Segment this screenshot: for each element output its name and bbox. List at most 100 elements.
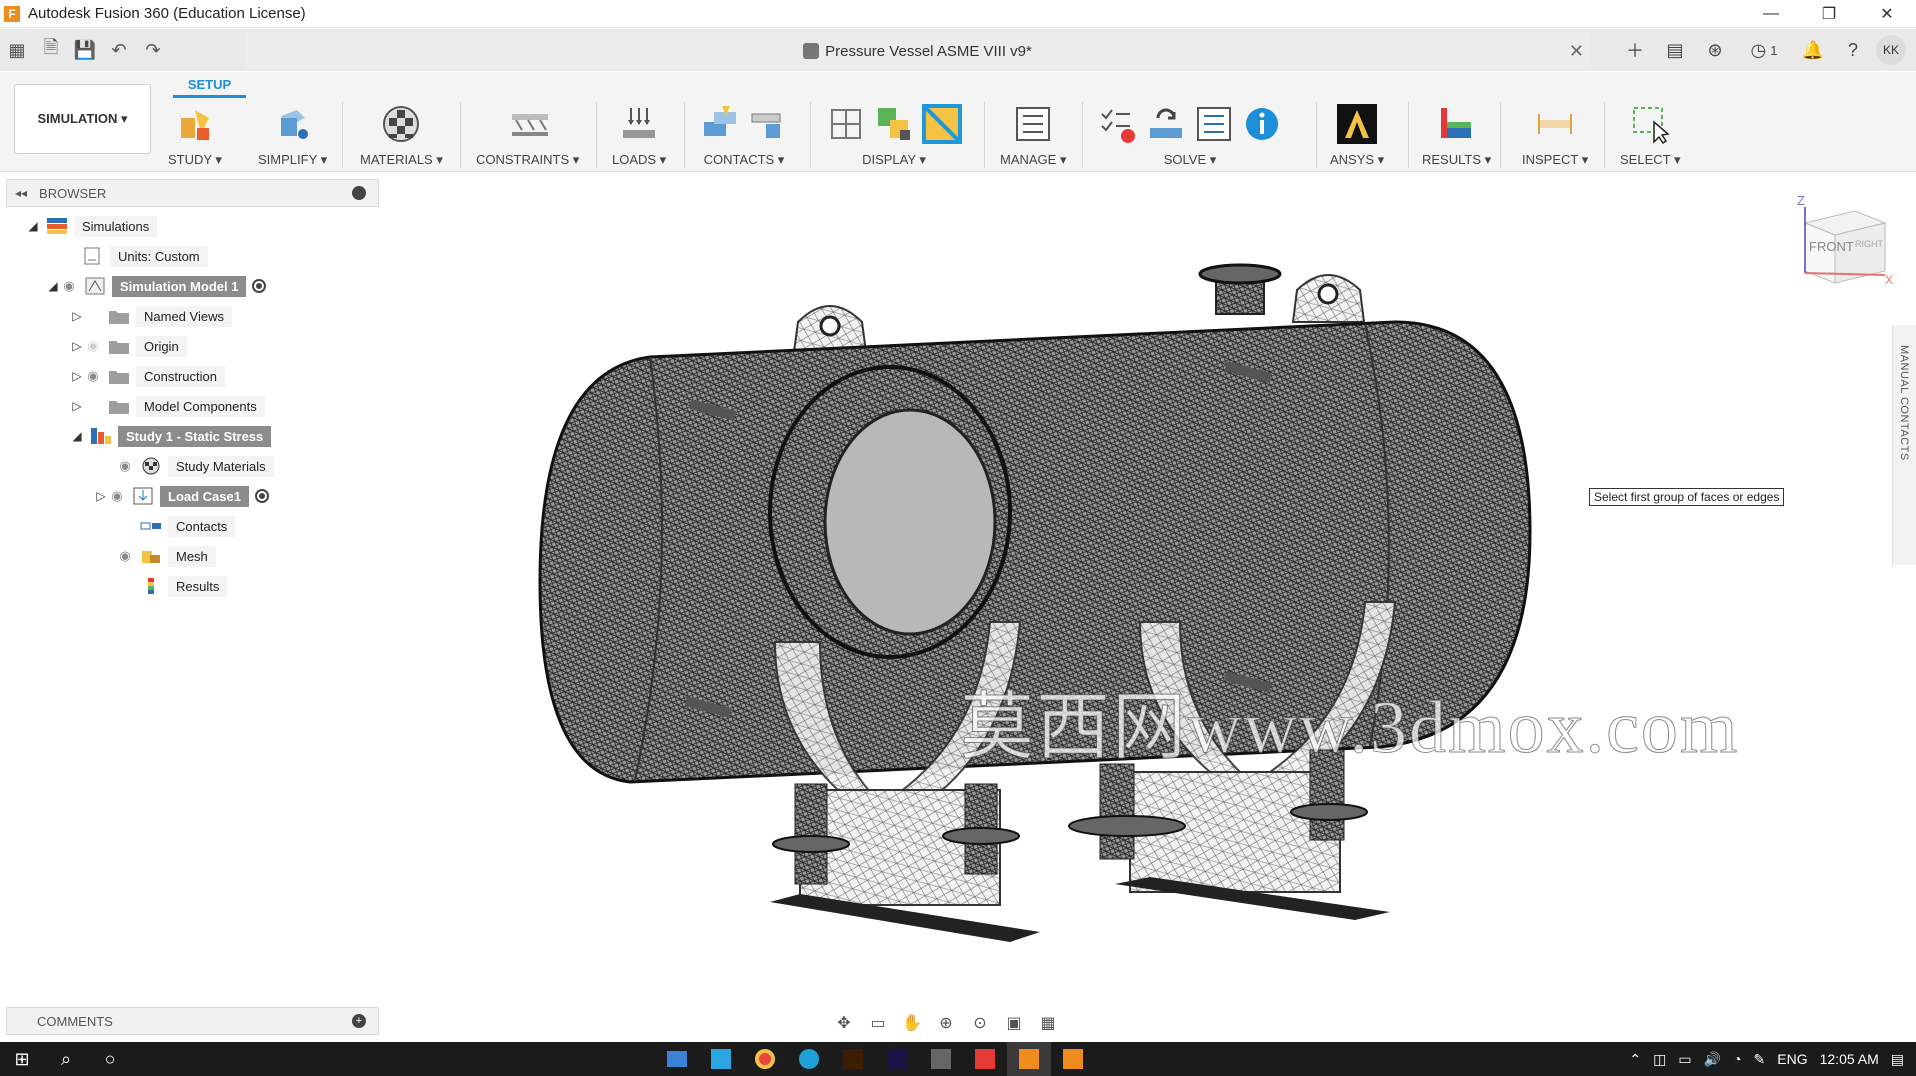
tree-node-origin[interactable]: ▷ ◉ Origin [70,334,187,358]
manage-group[interactable]: MANAGE ▾ [1000,100,1066,170]
tree-node-simulations[interactable]: ◢ Simulations [26,214,158,238]
tree-node-mesh[interactable]: ◉ Mesh [116,544,216,568]
study-group[interactable]: STUDY ▾ [168,100,222,170]
canvas-viewport[interactable]: 莫西网www.3dmox.com [380,172,1916,1012]
tree-label: Mesh [168,545,216,567]
notifications-icon[interactable]: 🔔 [1796,33,1830,67]
add-comment-icon[interactable]: + [352,1014,366,1028]
tree-node-load-case[interactable]: ▷ ◉ Load Case1 [94,484,269,508]
tab-setup[interactable]: SETUP [173,74,246,98]
simplify-group[interactable]: SIMPLIFY ▾ [258,100,327,170]
display-settings-icon[interactable]: ▣ [1000,1010,1028,1036]
collapsed-triangle-icon[interactable]: ▷ [70,399,84,413]
expanded-triangle-icon[interactable]: ◢ [46,279,60,293]
clock[interactable]: 12:05 AM [1820,1051,1879,1067]
collapsed-triangle-icon[interactable]: ▷ [94,489,108,503]
taskbar-app-1-icon[interactable] [655,1042,699,1076]
orbit-icon[interactable]: ✥ [830,1010,858,1036]
illustrator-icon[interactable] [831,1042,875,1076]
collapsed-triangle-icon[interactable]: ▷ [70,369,84,383]
viewcube[interactable]: FRONT RIGHT Z X [1795,193,1895,288]
tree-node-contacts[interactable]: Contacts [116,514,236,538]
chrome-icon[interactable] [743,1042,787,1076]
tree-node-simulation-model[interactable]: ◢ ◉ Simulation Model 1 [46,274,267,298]
action-center-icon[interactable]: ▤ [1891,1051,1904,1068]
hidden-eye-icon[interactable]: ◉ [84,338,102,354]
contacts-group[interactable]: CONTACTS ▾ [700,100,788,170]
manual-contacts-panel[interactable]: MANUAL CONTACTS [1892,325,1916,565]
loads-group[interactable]: LOADS ▾ [612,100,666,170]
extensions-icon[interactable]: ⊛ [1698,33,1732,67]
browser-toggle-icon[interactable] [352,186,366,200]
taskbar-app-10-icon[interactable] [1051,1042,1095,1076]
windows-start-icon[interactable]: ⊞ [0,1042,44,1076]
tree-node-units[interactable]: Units: Custom [76,244,208,268]
taskbar-app-7-icon[interactable] [919,1042,963,1076]
close-button[interactable]: ✕ [1858,0,1916,28]
results-group[interactable]: RESULTS ▾ [1422,100,1491,170]
constraints-group[interactable]: CONSTRAINTS ▾ [476,100,579,170]
tree-node-model-components[interactable]: ▷ Model Components [70,394,265,418]
undo-icon[interactable]: ↶ [102,33,136,67]
study-icon [175,104,215,144]
active-radio-icon[interactable] [254,489,269,503]
document-tab[interactable]: Pressure Vessel ASME VIII v9* ✕ [245,33,1590,69]
materials-group[interactable]: MATERIALS ▾ [360,100,443,170]
premiere-icon[interactable] [875,1042,919,1076]
pan-icon[interactable]: ✋ [898,1010,926,1036]
tray-chevron-icon[interactable]: ⌃ [1629,1051,1641,1068]
wifi-icon[interactable]: ◔ [1733,1051,1741,1067]
display-group[interactable]: DISPLAY ▾ [826,100,962,170]
inspect-group[interactable]: INSPECT ▾ [1522,100,1588,170]
look-at-icon[interactable]: ▭ [864,1010,892,1036]
redo-icon[interactable]: ↷ [136,33,170,67]
job-status-icon[interactable]: ◷ 1 [1738,33,1790,67]
collapsed-triangle-icon[interactable]: ▷ [70,309,84,323]
grid-settings-icon[interactable]: ▦ [1034,1010,1062,1036]
pen-icon[interactable]: ✎ [1754,1051,1766,1068]
tree-node-construction[interactable]: ▷ ◉ Construction [70,364,225,388]
volume-icon[interactable]: 🔊 [1704,1051,1721,1068]
language-indicator[interactable]: ENG [1777,1051,1807,1067]
comments-panel[interactable]: COMMENTS + [6,1007,379,1035]
close-tab-icon[interactable]: ✕ [1569,41,1584,62]
visibility-eye-icon[interactable]: ◉ [116,458,134,474]
expanded-triangle-icon[interactable]: ◢ [26,219,40,233]
collapse-browser-icon[interactable]: ◂◂ [15,186,27,200]
active-radio-icon[interactable] [252,279,267,293]
visibility-eye-icon[interactable]: ◉ [108,488,126,504]
tree-node-study-materials[interactable]: ◉ Study Materials [116,454,274,478]
apps-grid-icon[interactable]: ▦ [0,33,34,67]
edge-icon[interactable] [787,1042,831,1076]
taskbar-app-2-icon[interactable] [699,1042,743,1076]
data-panel-icon[interactable]: ▤ [1658,33,1692,67]
help-icon[interactable]: ? [1836,33,1870,67]
visibility-eye-icon[interactable]: ◉ [116,548,134,564]
workspace-switcher[interactable]: SIMULATION ▾ [14,84,151,154]
zoom-icon[interactable]: ⊕ [932,1010,960,1036]
tree-node-named-views[interactable]: ▷ Named Views [70,304,232,328]
collapsed-triangle-icon[interactable]: ▷ [70,339,84,353]
new-tab-icon[interactable]: ＋ [1618,33,1652,67]
battery-icon[interactable]: ▭ [1678,1051,1691,1068]
save-icon[interactable]: 💾 [68,33,102,67]
ansys-group[interactable]: ANSYS ▾ [1330,100,1384,170]
fit-icon[interactable]: ⊙ [966,1010,994,1036]
restore-button[interactable]: ❐ [1800,0,1858,28]
expanded-triangle-icon[interactable]: ◢ [70,429,84,443]
solve-group[interactable]: SOLVE ▾ [1098,100,1282,170]
tree-node-study[interactable]: ◢ Study 1 - Static Stress [70,424,272,448]
search-icon[interactable]: ⌕ [44,1042,88,1076]
select-group[interactable]: SELECT ▾ [1620,100,1680,170]
acrobat-icon[interactable] [963,1042,1007,1076]
visibility-eye-icon[interactable]: ◉ [84,368,102,384]
fusion-taskbar-icon[interactable] [1007,1042,1051,1076]
visibility-eye-icon[interactable]: ◉ [60,278,78,294]
tree-node-results[interactable]: Results [116,574,228,598]
network-icon[interactable]: ◫ [1653,1051,1666,1068]
cortana-icon[interactable]: ○ [88,1042,132,1076]
minimize-button[interactable]: — [1742,0,1800,28]
user-avatar[interactable]: KK [1876,35,1906,65]
browser-header[interactable]: ◂◂ BROWSER [6,179,379,207]
file-menu-icon[interactable]: 🗎 [34,33,68,67]
